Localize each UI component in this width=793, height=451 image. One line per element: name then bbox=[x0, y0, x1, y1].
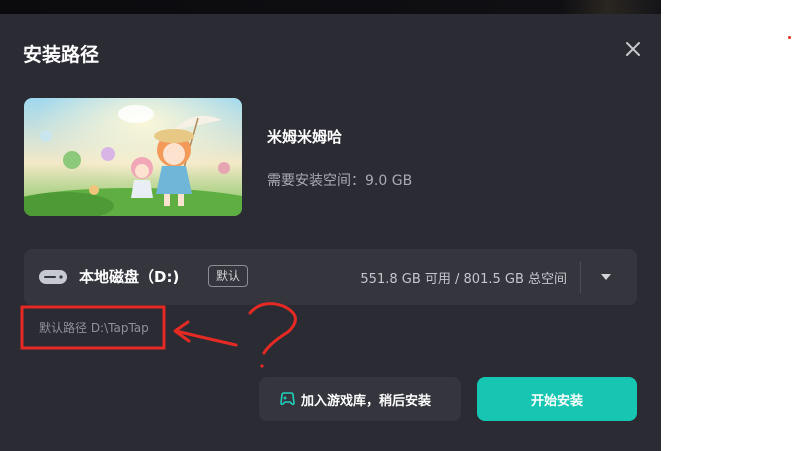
disk-capacity: 551.8 GB 可用 / 801.5 GB 总空间 bbox=[360, 272, 567, 287]
dialog-title: 安装路径 bbox=[23, 44, 100, 66]
game-library-icon bbox=[280, 392, 295, 406]
divider bbox=[580, 261, 581, 293]
default-path: 默认路径 D:\TapTap bbox=[39, 321, 149, 335]
required-space: 需要安装空间：9.0 GB bbox=[267, 170, 412, 190]
required-space-label: 需要安装空间： bbox=[267, 173, 365, 189]
background-strip bbox=[0, 0, 661, 14]
disk-selector[interactable]: 本地磁盘（D:) 默认 551.8 GB 可用 / 801.5 GB 总空间 bbox=[24, 249, 637, 305]
close-button[interactable] bbox=[620, 36, 646, 62]
hard-drive-icon bbox=[39, 270, 67, 284]
chevron-down-icon[interactable] bbox=[600, 272, 612, 282]
close-icon[interactable] bbox=[620, 36, 646, 62]
game-name: 米姆米姆哈 bbox=[267, 128, 343, 146]
game-cover-image bbox=[24, 98, 242, 216]
required-space-value: 9.0 GB bbox=[365, 173, 413, 189]
annotation-dot bbox=[788, 36, 791, 39]
default-badge: 默认 bbox=[208, 265, 249, 287]
start-install-label: 开始安装 bbox=[530, 394, 583, 409]
start-install-button[interactable]: 开始安装 bbox=[477, 377, 637, 421]
install-path-dialog: 安装路径 米姆米姆哈 需要安装空间：9.0 GB 本地磁盘（D:) 默认 551… bbox=[0, 14, 661, 451]
add-to-library-label: 加入游戏库，稍后安装 bbox=[301, 394, 432, 409]
disk-name: 本地磁盘（D:) bbox=[79, 268, 180, 286]
add-to-library-button[interactable]: 加入游戏库，稍后安装 bbox=[259, 377, 461, 421]
